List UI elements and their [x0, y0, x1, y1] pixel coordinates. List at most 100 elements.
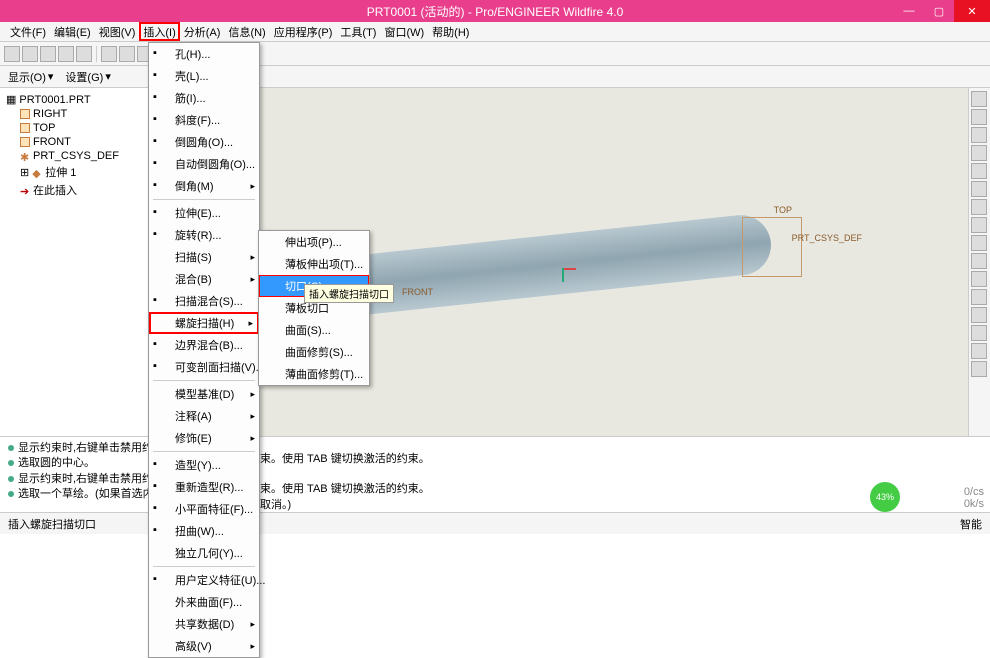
datum-box	[742, 217, 802, 277]
pattern-icon[interactable]	[971, 253, 987, 269]
rate-display: 0/cs0k/s	[964, 486, 984, 510]
undo-icon[interactable]	[101, 46, 117, 62]
status-filter[interactable]: 智能	[960, 516, 982, 532]
model-tree: ▦ PRT0001.PRT RIGHT TOP FRONT ✱PRT_CSYS_…	[0, 88, 156, 436]
blend-icon[interactable]	[971, 145, 987, 161]
status-text: 插入螺旋扫描切口	[8, 516, 96, 532]
cylinder-body	[330, 212, 774, 318]
menu-revolve[interactable]: ▪旋转(R)...	[149, 224, 259, 246]
tree-csys[interactable]: ✱PRT_CSYS_DEF	[4, 149, 151, 163]
menu-shell[interactable]: ▪壳(L)...	[149, 65, 259, 87]
menu-indepgeom[interactable]: 独立几何(Y)...	[149, 542, 259, 564]
minimize-button[interactable]: —	[894, 0, 924, 22]
tree-root[interactable]: ▦ PRT0001.PRT	[4, 92, 151, 107]
menu-round[interactable]: ▪倒圆角(O)...	[149, 131, 259, 153]
mail-icon[interactable]	[76, 46, 92, 62]
menu-udf[interactable]: ▪用户定义特征(U)...	[149, 569, 259, 591]
submenu-protrusion[interactable]: 伸出项(P)...	[259, 231, 369, 253]
csys-axes-icon	[562, 268, 582, 288]
insert-menu: ▪孔(H)... ▪壳(L)... ▪筋(I)... ▪斜度(F)... ▪倒圆…	[148, 42, 260, 658]
menu-hole[interactable]: ▪孔(H)...	[149, 43, 259, 65]
sweep-icon[interactable]	[971, 127, 987, 143]
menu-tools[interactable]: 工具(T)	[336, 22, 380, 41]
tree-plane-front[interactable]: FRONT	[4, 135, 151, 149]
menu-sweepblend[interactable]: ▪扫描混合(S)...	[149, 290, 259, 312]
title-bar: PRT0001 (活动的) - Pro/ENGINEER Wildfire 4.…	[0, 0, 990, 22]
maximize-button[interactable]: ▢	[924, 0, 954, 22]
menu-shared-data[interactable]: 共享数据(D)▸	[149, 613, 259, 635]
menu-blend[interactable]: 混合(B)▸	[149, 268, 259, 290]
menu-annotate[interactable]: 注释(A)▸	[149, 405, 259, 427]
menu-helical-sweep[interactable]: 螺旋扫描(H)▸	[149, 312, 259, 334]
menu-facet[interactable]: ▪小平面特征(F)...	[149, 498, 259, 520]
tree-plane-right[interactable]: RIGHT	[4, 107, 151, 121]
menu-file[interactable]: 文件(F)	[6, 22, 50, 41]
menu-analysis[interactable]: 分析(A)	[180, 22, 225, 41]
menu-advanced[interactable]: 高级(V)▸	[149, 635, 259, 657]
menu-insert[interactable]: 插入(I)	[139, 22, 179, 41]
menu-restyle[interactable]: ▪重新造型(R)...	[149, 476, 259, 498]
menu-chamfer[interactable]: ▪倒角(M)▸	[149, 175, 259, 197]
open-icon[interactable]	[22, 46, 38, 62]
tree-plane-top[interactable]: TOP	[4, 121, 151, 135]
show-dropdown[interactable]: 显示(O) ▾	[8, 69, 53, 85]
helical-sweep-submenu: 伸出项(P)... 薄板伸出项(T)... 切口(C)... 薄板切口 曲面(S…	[258, 230, 370, 386]
submenu-surface[interactable]: 曲面(S)...	[259, 319, 369, 341]
datum-axis-icon[interactable]	[971, 307, 987, 323]
tree-insert-here[interactable]: ➔在此插入	[4, 181, 151, 199]
chamfer-icon[interactable]	[971, 199, 987, 215]
feature-toolbar	[968, 88, 990, 436]
submenu-surf-trim[interactable]: 曲面修剪(S)...	[259, 341, 369, 363]
menu-bar: 文件(F) 编辑(E) 视图(V) 插入(I) 分析(A) 信息(N) 应用程序…	[0, 22, 990, 42]
settings-dropdown[interactable]: 设置(G) ▾	[65, 69, 110, 85]
menu-sweep[interactable]: 扫描(S)▸	[149, 246, 259, 268]
menu-warp[interactable]: ▪扭曲(W)...	[149, 520, 259, 542]
revolve-icon[interactable]	[971, 109, 987, 125]
window-controls: — ▢ ✕	[894, 0, 990, 22]
datum-plane-icon[interactable]	[971, 289, 987, 305]
model: TOP PRT_CSYS_DEF FRONT	[322, 207, 802, 317]
shell-icon[interactable]	[971, 235, 987, 251]
app-icon	[4, 4, 18, 18]
window-title: PRT0001 (活动的) - Pro/ENGINEER Wildfire 4.…	[367, 3, 624, 20]
menu-autoround[interactable]: ▪自动倒圆角(O)...	[149, 153, 259, 175]
label-top: TOP	[774, 205, 792, 215]
menu-varsweep[interactable]: ▪可变剖面扫描(V)...	[149, 356, 259, 378]
close-button[interactable]: ✕	[954, 0, 990, 22]
sketch-icon[interactable]	[971, 343, 987, 359]
tree-extrude[interactable]: ⊞ ◆拉伸 1	[4, 163, 151, 181]
draft-icon[interactable]	[971, 217, 987, 233]
submenu-thin-surf-trim[interactable]: 薄曲面修剪(T)...	[259, 363, 369, 385]
menu-window[interactable]: 窗口(W)	[380, 22, 428, 41]
submenu-thin-protrusion[interactable]: 薄板伸出项(T)...	[259, 253, 369, 275]
new-icon[interactable]	[4, 46, 20, 62]
menu-style[interactable]: ▪造型(Y)...	[149, 454, 259, 476]
hole-icon[interactable]	[971, 163, 987, 179]
mirror-icon[interactable]	[971, 271, 987, 287]
menu-extrude[interactable]: ▪拉伸(E)...	[149, 202, 259, 224]
menu-apps[interactable]: 应用程序(P)	[270, 22, 337, 41]
menu-datum[interactable]: 模型基准(D)▸	[149, 383, 259, 405]
round-icon[interactable]	[971, 181, 987, 197]
datum-point-icon[interactable]	[971, 325, 987, 341]
menu-rib[interactable]: ▪筋(I)...	[149, 87, 259, 109]
label-csys: PRT_CSYS_DEF	[792, 233, 862, 243]
label-front: FRONT	[402, 287, 433, 297]
menu-cosmetic[interactable]: 修饰(E)▸	[149, 427, 259, 449]
menu-help[interactable]: 帮助(H)	[428, 22, 473, 41]
menu-edit[interactable]: 编辑(E)	[50, 22, 95, 41]
menu-info[interactable]: 信息(N)	[224, 22, 269, 41]
msg-tail: 束。使用 TAB 键切换激活的约束。 束。使用 TAB 键切换激活的约束。 取消…	[260, 450, 430, 512]
style-icon[interactable]	[971, 361, 987, 377]
menu-foreign-surf[interactable]: 外来曲面(F)...	[149, 591, 259, 613]
redo-icon[interactable]	[119, 46, 135, 62]
print-icon[interactable]	[58, 46, 74, 62]
menu-view[interactable]: 视图(V)	[95, 22, 140, 41]
menu-boundaryblend[interactable]: ▪边界混合(B)...	[149, 334, 259, 356]
zoom-badge: 43%	[870, 482, 900, 512]
menu-draft[interactable]: ▪斜度(F)...	[149, 109, 259, 131]
extrude-icon[interactable]	[971, 91, 987, 107]
save-icon[interactable]	[40, 46, 56, 62]
separator	[96, 46, 97, 62]
tooltip: 插入螺旋扫描切口	[304, 284, 394, 303]
